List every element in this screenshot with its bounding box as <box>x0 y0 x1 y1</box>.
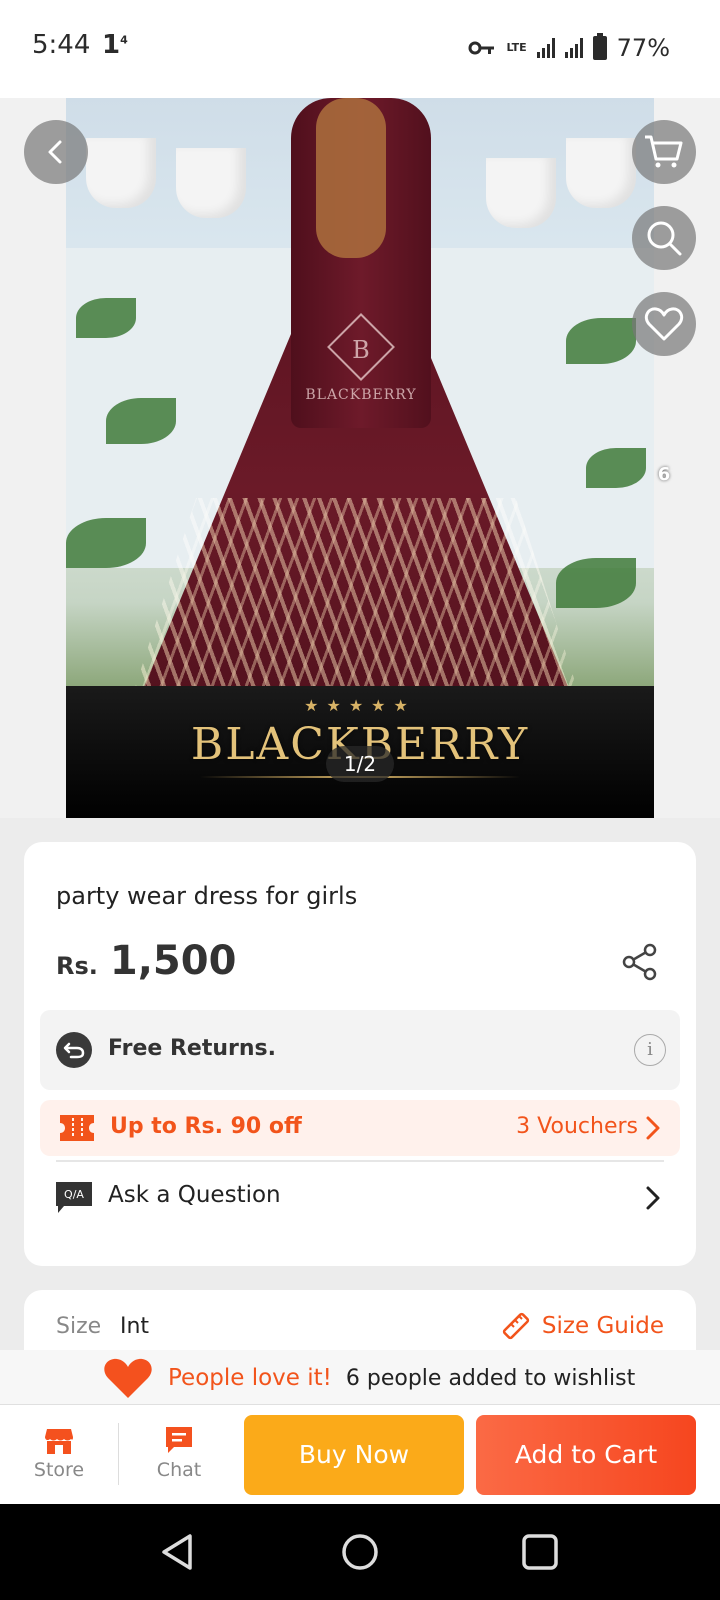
status-indicator-sup: 4 <box>120 33 128 47</box>
leaf <box>566 318 636 364</box>
voucher-icon <box>60 1115 94 1141</box>
battery-icon <box>592 33 607 60</box>
size-guide-label: Size Guide <box>541 1313 664 1339</box>
add-to-cart-button[interactable]: Add to Cart <box>476 1415 696 1495</box>
chat-icon <box>166 1427 192 1453</box>
battery-percent: 77% <box>616 34 670 62</box>
product-info-card: party wear dress for girls Rs. 1,500 Fre… <box>24 842 696 1266</box>
chevron-right-icon <box>646 1116 660 1140</box>
status-indicator-value: 1 <box>102 30 121 60</box>
share-icon[interactable] <box>620 942 660 982</box>
voucher-count: 3 Vouchers <box>516 1114 638 1139</box>
brand-watermark: B BLACKBERRY <box>296 313 426 403</box>
product-image-gallery[interactable]: B BLACKBERRY ★★★★★ BLACKBERRY 1/2 6 <box>0 98 720 818</box>
signal-icon <box>536 38 555 58</box>
leaf <box>76 298 136 338</box>
price-value: 1,500 <box>109 938 237 984</box>
bottom-action-bar: Store Chat Buy Now Add to Cart <box>0 1404 720 1504</box>
buy-now-button[interactable]: Buy Now <box>244 1415 464 1495</box>
system-nav-bar <box>0 1504 720 1600</box>
size-label: Size <box>56 1314 102 1339</box>
store-label: Store <box>33 1459 85 1481</box>
lte-icon: LTE <box>506 41 527 54</box>
ask-question-label: Ask a Question <box>108 1182 281 1208</box>
watermark-diamond: B <box>327 313 395 381</box>
price-currency: Rs. <box>56 952 98 980</box>
heart-icon <box>644 307 684 341</box>
status-icons: LTE 77% <box>468 33 670 62</box>
leaf <box>66 518 146 568</box>
wishlist-strip-content: People love it! 6 people added to wishli… <box>102 1356 635 1400</box>
wishlist-button[interactable] <box>632 292 696 356</box>
leaf <box>106 398 176 444</box>
price-row: Rs. 1,500 <box>56 938 236 984</box>
nav-back-icon[interactable] <box>156 1530 200 1574</box>
free-returns-row[interactable]: Free Returns. i <box>40 1010 680 1090</box>
size-value: Int <box>120 1314 150 1339</box>
product-image[interactable]: B BLACKBERRY ★★★★★ BLACKBERRY <box>66 98 654 818</box>
model-hair <box>316 98 386 258</box>
plant-pot <box>86 138 156 208</box>
signal-2-icon <box>564 38 583 58</box>
info-icon[interactable]: i <box>634 1034 666 1066</box>
free-returns-label: Free Returns. <box>108 1036 276 1061</box>
store-icon <box>45 1429 73 1454</box>
qa-icon-text: Q/A <box>64 1188 84 1201</box>
chat-button[interactable]: Chat <box>139 1425 219 1481</box>
wishlist-info-text: 6 people added to wishlist <box>345 1365 636 1391</box>
qa-icon: Q/A <box>56 1182 92 1213</box>
divider <box>56 1160 664 1162</box>
product-page: 5:44 14 LTE 77% B BLACKBERRY ★★★★★ BLACK… <box>0 0 720 1600</box>
return-icon <box>56 1032 92 1068</box>
plant-pot <box>486 158 556 228</box>
wishlist-count: 6 <box>657 464 671 485</box>
voucher-label: Up to Rs. 90 off <box>110 1114 302 1139</box>
status-time: 5:44 <box>32 30 91 60</box>
plant-pot <box>176 148 246 218</box>
search-button[interactable] <box>632 206 696 270</box>
back-button[interactable] <box>24 120 88 184</box>
ask-question-row[interactable]: Q/A Ask a Question <box>56 1178 664 1218</box>
product-title: party wear dress for girls <box>56 882 358 910</box>
wishlist-love-text: People love it! <box>168 1365 332 1391</box>
nav-recents-icon[interactable] <box>518 1530 562 1574</box>
size-guide-link[interactable]: Size Guide <box>500 1310 664 1342</box>
plant-pot <box>566 138 636 208</box>
banner-stars: ★★★★★ <box>304 696 416 715</box>
watermark-brand: BLACKBERRY <box>305 387 417 403</box>
vpn-key-icon <box>468 41 495 55</box>
image-counter: 1/2 <box>326 746 394 782</box>
status-bar: 5:44 14 LTE 77% <box>0 0 720 98</box>
search-icon <box>647 221 682 256</box>
chevron-right-icon <box>646 1186 660 1210</box>
ruler-icon <box>502 1312 530 1340</box>
cart-icon <box>645 135 683 168</box>
watermark-letter: B <box>352 335 370 364</box>
chat-label: Chat <box>156 1459 202 1481</box>
tab-separator <box>118 1423 119 1485</box>
nav-home-icon[interactable] <box>338 1530 382 1574</box>
leaf <box>556 558 636 608</box>
status-indicator: 14 <box>102 30 128 60</box>
cart-button[interactable] <box>632 120 696 184</box>
leaf <box>586 448 646 488</box>
heart-filled-icon <box>104 1358 152 1398</box>
back-arrow-icon <box>48 140 62 164</box>
store-button[interactable]: Store <box>19 1425 99 1481</box>
wishlist-strip: People love it! 6 people added to wishli… <box>0 1350 720 1404</box>
voucher-row[interactable]: Up to Rs. 90 off 3 Vouchers <box>40 1100 680 1156</box>
